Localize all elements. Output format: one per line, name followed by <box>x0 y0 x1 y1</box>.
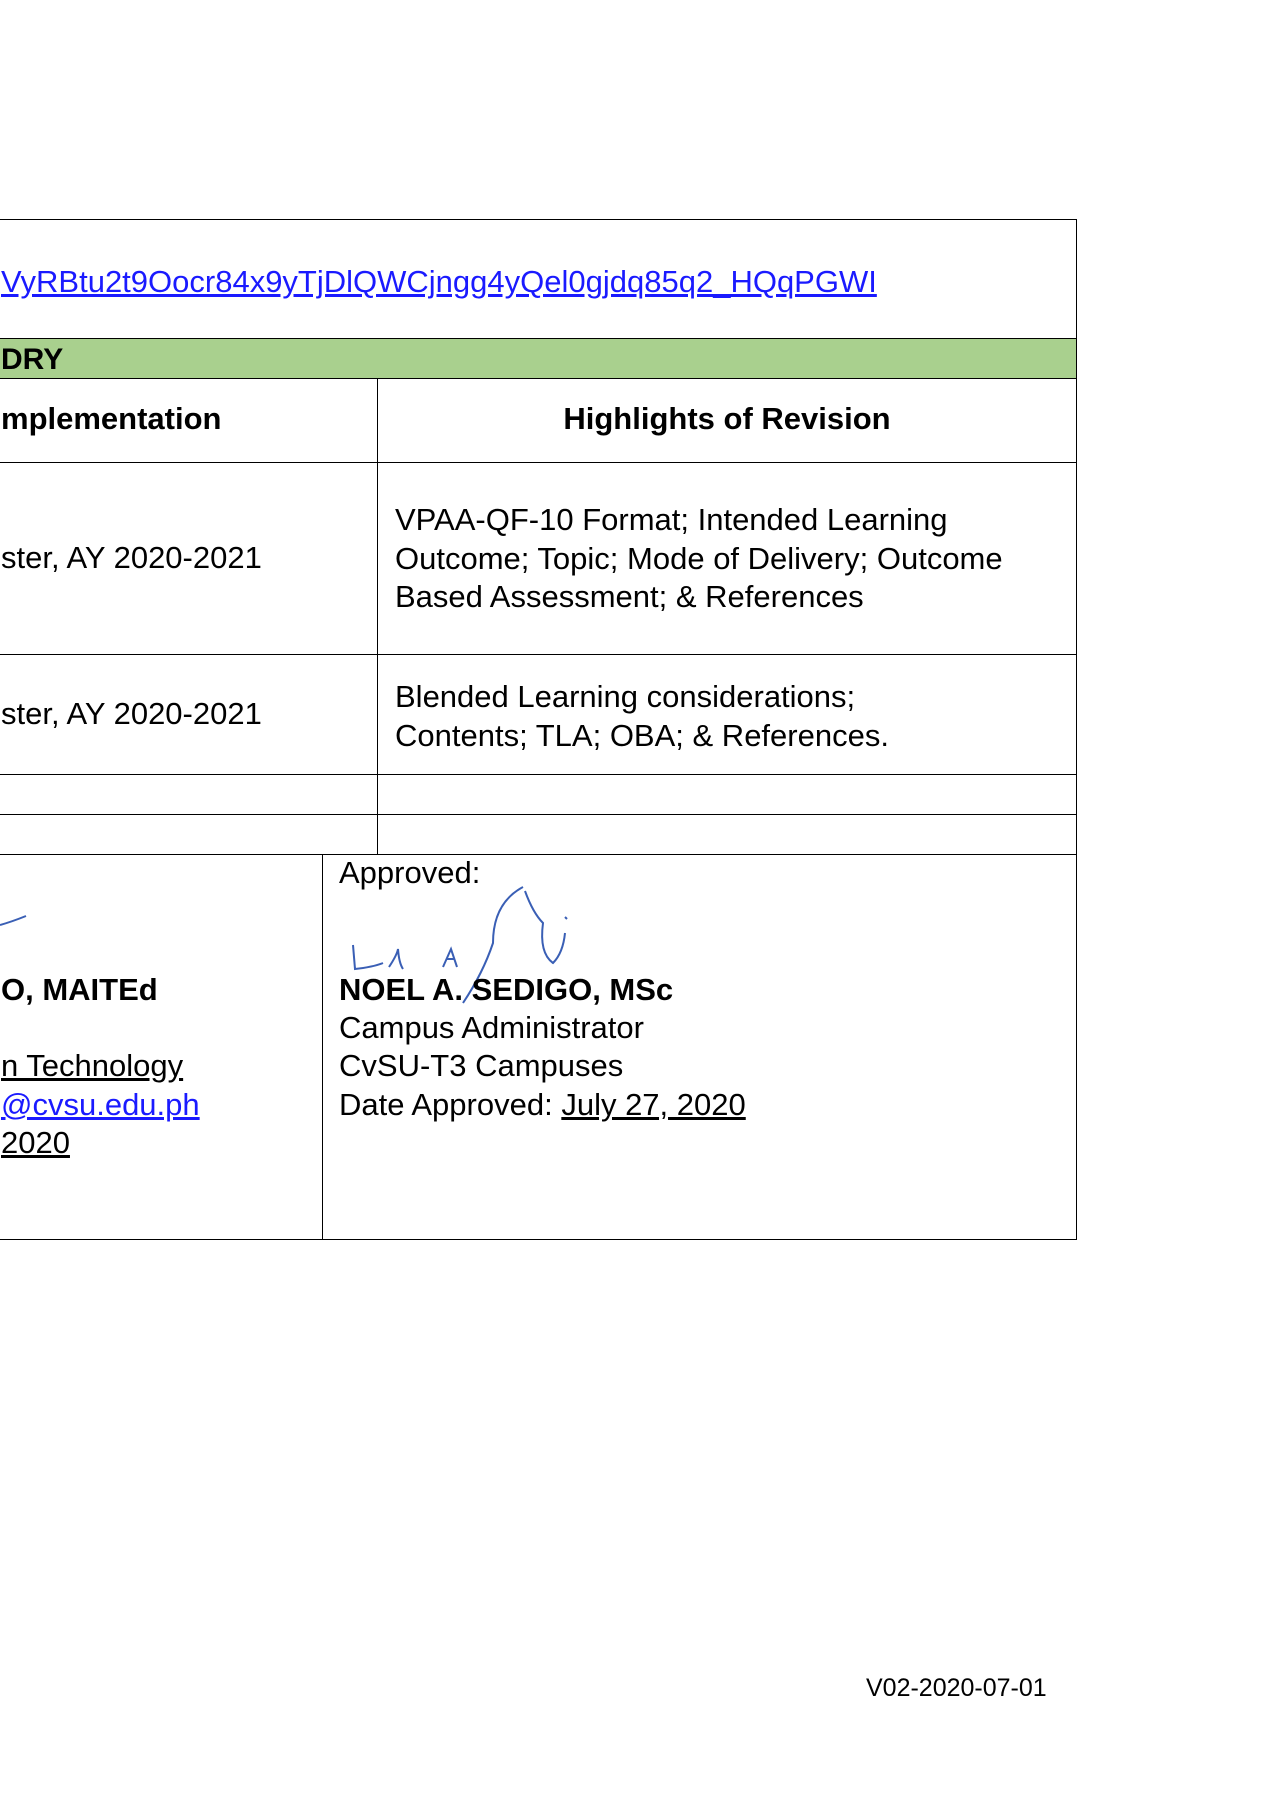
date-approved-value: July 27, 2020 <box>561 1087 746 1122</box>
syllabus-table: VyRBtu2t9Oocr84x9yTjDlQWCjngg4yQel0gjdq8… <box>0 219 1077 1240</box>
date-approved-label: Date Approved: <box>339 1087 562 1122</box>
highlights-line: Blended Learning considerations; <box>395 679 856 714</box>
empty-row <box>0 774 1077 814</box>
empty-cell <box>378 815 1076 854</box>
semester-cell: ster, AY 2020-2021 <box>0 463 378 654</box>
prepared-by-email[interactable]: @cvsu.edu.ph <box>1 1087 200 1123</box>
semester-text: ster, AY 2020-2021 <box>1 540 262 575</box>
prepared-date: 2020 <box>1 1125 70 1160</box>
highlights-line: VPAA-QF-10 Format; Intended Learning <box>395 502 948 537</box>
highlights-cell: VPAA-QF-10 Format; Intended Learning Out… <box>378 463 1076 654</box>
signature-row: O, MAITEd n Technology @cvsu.edu.ph 2020… <box>0 854 1077 1240</box>
empty-cell <box>378 775 1076 814</box>
empty-row <box>0 814 1077 854</box>
approved-by-name: NOEL A. SEDIGO, MSc <box>339 972 674 1007</box>
highlights-header-cell: Highlights of Revision <box>378 379 1076 462</box>
date-approved: Date Approved: July 27, 2020 <box>339 1087 746 1123</box>
version-code: V02-2020-07-01 <box>866 1674 1047 1702</box>
semester-text: ster, AY 2020-2021 <box>1 696 262 731</box>
column-header-row: mplementation Highlights of Revision <box>0 378 1077 462</box>
highlights-line: Outcome; Topic; Mode of Delivery; Outcom… <box>395 540 1003 576</box>
approved-by-campus: CvSU-T3 Campuses <box>339 1048 624 1083</box>
implementation-header: mplementation <box>1 401 222 436</box>
prepared-by-name: O, MAITEd <box>1 972 158 1007</box>
highlights-text: VPAA-QF-10 Format; Intended Learning Out… <box>395 501 1003 617</box>
link-row: VyRBtu2t9Oocr84x9yTjDlQWCjngg4yQel0gjdq8… <box>0 219 1077 338</box>
prepared-by-cell: O, MAITEd n Technology @cvsu.edu.ph 2020 <box>0 855 323 1239</box>
revision-row: ster, AY 2020-2021 Blended Learning cons… <box>0 654 1077 774</box>
highlights-text: Blended Learning considerations; Content… <box>395 678 889 755</box>
highlights-cell: Blended Learning considerations; Content… <box>378 655 1076 774</box>
revision-history-header: DRY <box>0 338 1077 378</box>
approved-by-title: Campus Administrator <box>339 1010 644 1045</box>
prepared-signature <box>0 915 27 926</box>
implementation-header-cell: mplementation <box>0 379 378 462</box>
empty-cell <box>0 775 378 814</box>
page: VyRBtu2t9Oocr84x9yTjDlQWCjngg4yQel0gjdq8… <box>0 0 1274 1800</box>
revision-history-title: DRY <box>1 343 64 376</box>
revision-row: ster, AY 2020-2021 VPAA-QF-10 Format; In… <box>0 462 1077 654</box>
semester-cell: ster, AY 2020-2021 <box>0 655 378 774</box>
highlights-line: Based Assessment; & References <box>395 579 864 614</box>
approved-by-cell: Approved: NOEL A. SEDIGO, MSc Campus Adm… <box>323 855 1076 1239</box>
document-link[interactable]: VyRBtu2t9Oocr84x9yTjDlQWCjngg4yQel0gjdq8… <box>1 264 877 300</box>
prepared-by-department: n Technology <box>1 1048 184 1083</box>
empty-cell <box>0 815 378 854</box>
highlights-header: Highlights of Revision <box>563 401 891 436</box>
highlights-line: Contents; TLA; OBA; & References. <box>395 717 889 753</box>
